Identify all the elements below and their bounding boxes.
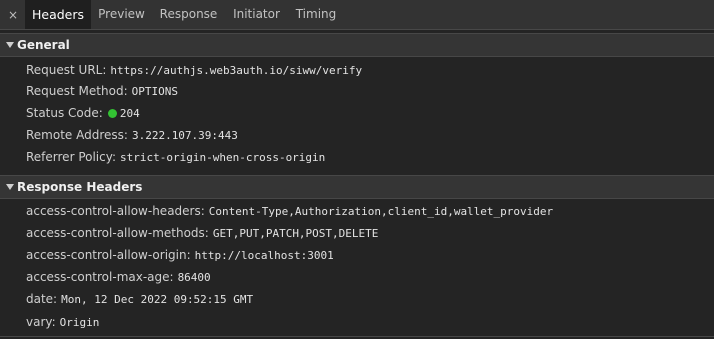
response-header-row: access-control-allow-headers: Content-Typ… [26,202,553,220]
status-code-value: 204 [119,107,140,120]
general-section-header[interactable]: General [0,33,714,57]
tab-response[interactable]: Response [152,0,225,29]
request-method-key: Request Method: [26,84,128,98]
header-key: access-control-allow-origin: [26,248,191,262]
tab-preview[interactable]: Preview [91,0,152,29]
status-code-key: Status Code: [26,106,103,120]
close-icon[interactable]: × [6,8,20,22]
referrer-policy-row: Referrer Policy: strict-origin-when-cross… [26,148,325,166]
status-success-icon [107,109,117,118]
header-key: access-control-max-age: [26,270,174,284]
header-key: access-control-allow-methods: [26,226,209,240]
referrer-policy-key: Referrer Policy: [26,150,116,164]
response-header-row: access-control-max-age: 86400 [26,268,211,286]
response-headers-section-title: Response Headers [17,180,143,194]
request-url-row: Request URL: https://authjs.web3auth.io/s… [26,61,362,79]
request-url-value: https://authjs.web3auth.io/siww/verify [110,64,363,77]
response-header-row: date: Mon, 12 Dec 2022 09:52:15 GMT [26,290,253,308]
tab-timing[interactable]: Timing [288,0,344,29]
header-key: date: [26,292,58,306]
remote-address-value: 3.222.107.39:443 [131,129,238,142]
header-value: Origin [59,316,100,329]
general-section-title: General [17,38,70,52]
header-value: http://localhost:3001 [194,249,334,262]
tab-headers[interactable]: Headers [25,0,91,29]
response-headers-section-header[interactable]: Response Headers [0,175,714,199]
remote-address-row: Remote Address: 3.222.107.39:443 [26,126,238,144]
request-method-value: OPTIONS [131,85,178,98]
header-value: Mon, 12 Dec 2022 09:52:15 GMT [61,293,254,306]
header-value: GET,PUT,PATCH,POST,DELETE [212,227,379,240]
status-code-row: Status Code: 204 [26,104,140,122]
referrer-policy-value: strict-origin-when-cross-origin [120,151,326,164]
header-value: 86400 [177,271,211,284]
header-value: Content-Type,Authorization,client_id,wal… [208,205,554,218]
request-url-key: Request URL: [26,63,107,77]
remote-address-key: Remote Address: [26,128,128,142]
tab-initiator[interactable]: Initiator [225,0,288,29]
expand-triangle-icon [6,184,14,190]
tab-bar: × Headers Preview Response Initiator Tim… [0,0,714,30]
header-key: access-control-allow-headers: [26,204,205,218]
divider [0,336,714,337]
header-key: vary: [26,315,56,329]
request-method-row: Request Method: OPTIONS [26,82,178,100]
response-header-row: vary: Origin [26,313,99,331]
response-header-row: access-control-allow-origin: http://local… [26,246,334,264]
response-header-row: access-control-allow-methods: GET,PUT,PAT… [26,224,378,242]
expand-triangle-icon [6,42,14,48]
